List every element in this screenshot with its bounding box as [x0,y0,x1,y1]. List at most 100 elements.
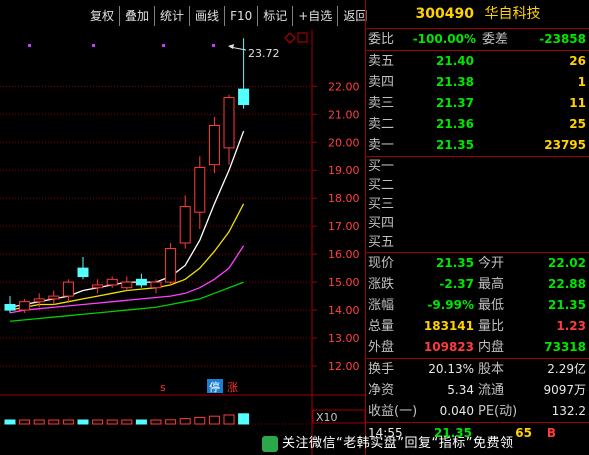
candle-body[interactable] [208,124,220,166]
stat-label: 净资 [368,383,395,398]
candle-body[interactable] [19,301,31,311]
candle-body[interactable] [33,298,45,303]
stock-code: 300490 [415,6,474,22]
stat-value: 183141 [423,319,474,333]
candle-body[interactable] [165,248,177,283]
sell-volume: 25 [569,117,586,131]
event-dot[interactable] [162,44,165,47]
candle-body[interactable] [238,88,250,106]
candle-body[interactable] [179,206,191,244]
statistics-button[interactable]: 统计 [154,6,189,26]
stat-value: 0.040 [439,404,474,418]
high-price-annotation: 23.72 [248,47,280,60]
stat-label: 现价 [368,256,395,271]
stat-row-2: 涨幅 -9.99% 最低 21.35 [366,295,589,316]
stock-name: 华自科技 [484,6,541,22]
high-marker-arrow [228,44,234,49]
volume-bar [77,419,89,425]
stat-value: -2.37 [439,277,474,291]
volume-bar [19,419,31,425]
kline-chart[interactable]: 22.00 21.00 20.00 19.00 18.00 17.00 16.00 15.00… [0,0,365,455]
volume-bar [194,416,206,425]
candle-body[interactable] [48,295,60,300]
draw-line-button[interactable]: 画线 [189,6,224,26]
stat-label: 涨跌 [368,277,395,292]
candle-body[interactable] [77,267,89,278]
stat-value: 20.13% [428,362,474,376]
stat-label: 换手 [368,362,395,377]
stat-label: 股本 [478,362,505,377]
chart-toolbar: 复权 叠加 统计 画线 F10 标记 +自选 返回 [85,6,372,26]
restore-rights-button[interactable]: 复权 [85,6,119,26]
volume-bar [92,419,104,425]
volume-bar [150,419,162,425]
sell-volume: 11 [569,96,586,110]
f10-button[interactable]: F10 [224,6,257,26]
volume-bar [208,415,220,425]
weibi-value: -100.00% [412,32,476,46]
overlay-button[interactable]: 叠加 [119,6,154,26]
sell-label: 卖三 [368,96,395,111]
stat-value: 2.29亿 [547,362,586,376]
stat-value: 73318 [544,340,586,354]
candle-body[interactable] [62,281,74,297]
quote-info-panel: 300490 华自科技 委比 -100.00% 委差 -23858 卖五 21.4… [365,0,589,455]
y-tick-label: 22.00 [328,80,360,93]
volume-bar [106,419,118,425]
buy-label: 买五 [368,235,395,250]
stop-marker[interactable]: 停 [209,380,220,394]
sell-price: 21.40 [436,54,474,68]
buy-level-2: 买二 [366,176,589,195]
stat2-row-1: 净资 5.34 流通 9097万 [366,380,589,401]
candle-body[interactable] [223,97,235,149]
diamond-icon[interactable] [284,32,296,44]
sell-level-5: 卖五 21.40 26 [366,51,589,72]
volume-bar [165,419,177,425]
marker-s[interactable]: s [160,381,166,394]
sell-price: 21.38 [436,75,474,89]
y-tick-label: 12.00 [328,360,360,373]
event-dot[interactable] [92,44,95,47]
buy-level-1: 买一 [366,157,589,176]
candle-body[interactable] [121,281,133,289]
candle-body[interactable] [92,284,104,289]
candle-body[interactable] [135,278,147,286]
mark-button[interactable]: 标记 [257,6,292,26]
up-marker[interactable]: 涨 [227,381,238,394]
stock-title: 300490 华自科技 [366,0,589,28]
event-dot[interactable] [28,44,31,47]
candle-body[interactable] [106,278,118,286]
square-icon[interactable] [297,32,308,43]
stat-label: 外盘 [368,340,395,355]
sell-label: 卖一 [368,138,395,153]
sell-price: 21.35 [436,138,474,152]
sell-price: 21.37 [436,96,474,110]
weibi-label: 委比 [368,32,395,47]
candle-body[interactable] [150,281,162,289]
stat-value: 9097万 [543,383,586,397]
weicha-label: 委差 [482,32,509,47]
volume-panel-label[interactable]: X10 [316,411,338,424]
stat-value: 22.88 [548,277,586,291]
y-tick-label: 14.00 [328,304,360,317]
watermark-label: 关注微信“老韩实盘”回复“指标”免费领 [282,436,514,451]
add-watchlist-button[interactable]: +自选 [292,6,337,26]
buy-label: 买四 [368,216,395,231]
sell-volume: 26 [569,54,586,68]
y-tick-label: 13.00 [328,332,360,345]
candle-body[interactable] [4,303,16,311]
event-dot[interactable] [212,44,215,47]
volume-bar [121,419,133,425]
stat-row-4: 外盘 109823 内盘 73318 [366,337,589,358]
stat-row-1: 涨跌 -2.37 最高 22.88 [366,274,589,295]
kline-chart-panel[interactable]: 22.00 21.00 20.00 19.00 18.00 17.00 16.00 15.00… [0,0,367,455]
sell-level-4: 卖四 21.38 1 [366,72,589,93]
candle-body[interactable] [194,166,206,213]
weicha-value: -23858 [539,32,586,46]
buy-level-5: 买五 [366,233,589,252]
stat-label: 最低 [478,298,505,313]
volume-bar [223,414,235,425]
stat-value: 22.02 [548,256,586,270]
buy-label: 买二 [368,178,395,193]
stat-row-0: 现价 21.35 今开 22.02 [366,253,589,274]
